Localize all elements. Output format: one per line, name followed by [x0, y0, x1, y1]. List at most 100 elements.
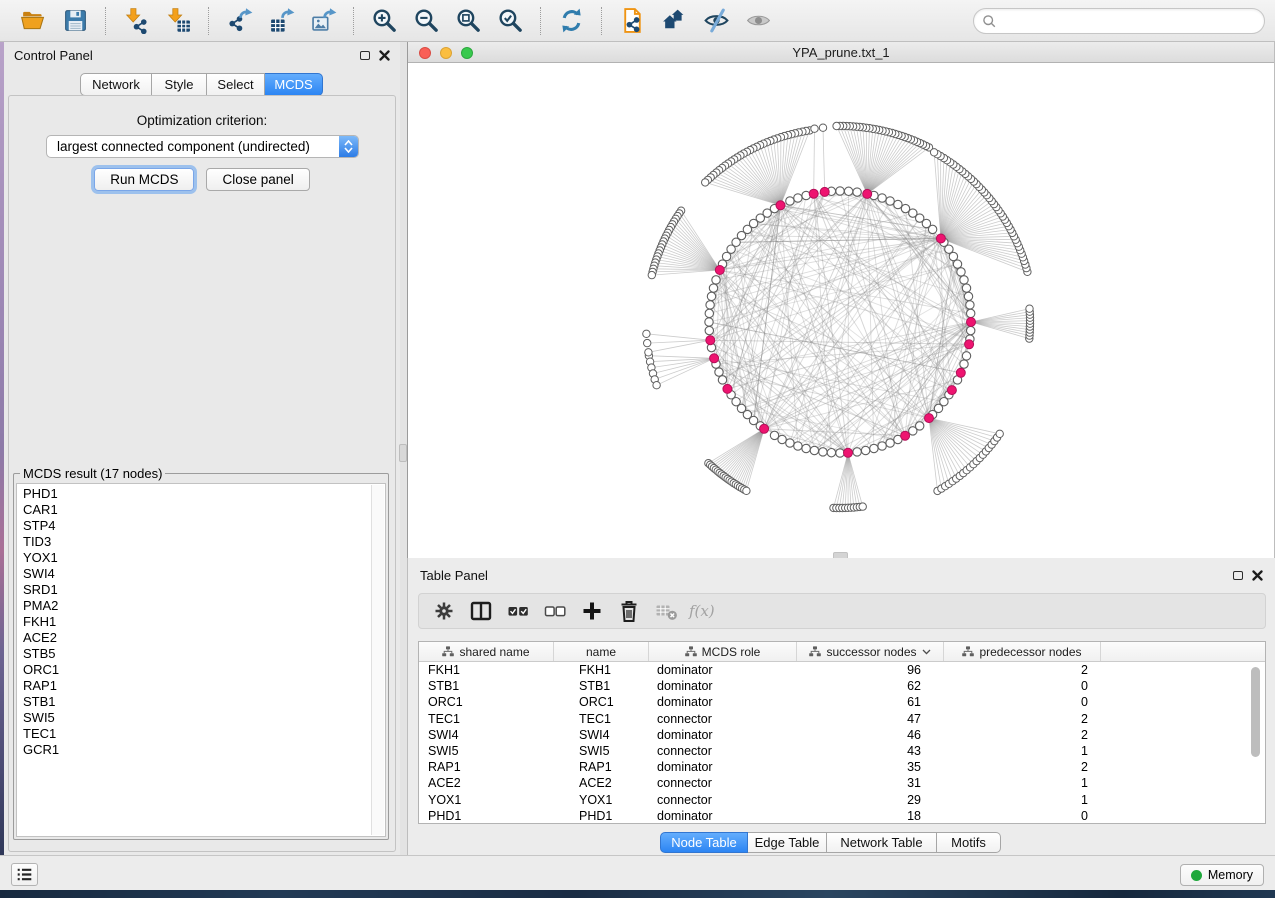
zoom-out-button[interactable]	[409, 4, 443, 38]
mcds-result-item[interactable]: SWI4	[17, 566, 370, 582]
optimization-criterion-select[interactable]: largest connected component (undirected)	[46, 135, 359, 158]
table-cell[interactable]: 0	[944, 679, 1101, 693]
table-cell[interactable]: PHD1	[419, 809, 554, 823]
mcds-result-item[interactable]: STB1	[17, 694, 370, 710]
table-row[interactable]: ACE2ACE2connector311	[419, 775, 1265, 791]
table-row[interactable]: TEC1TEC1connector472	[419, 711, 1265, 727]
run-mcds-button[interactable]: Run MCDS	[94, 168, 194, 191]
table-cell[interactable]: TEC1	[554, 712, 649, 726]
first-neighbors-button[interactable]	[657, 4, 691, 38]
apply-layout-button[interactable]	[554, 4, 588, 38]
table-cell[interactable]: connector	[649, 744, 797, 758]
tab-mcds[interactable]: MCDS	[265, 73, 323, 96]
tab-network-table[interactable]: Network Table	[827, 832, 937, 853]
table-cell[interactable]: 1	[944, 776, 1101, 790]
table-cell[interactable]: YOX1	[419, 793, 554, 807]
mcds-result-item[interactable]: ACE2	[17, 630, 370, 646]
tab-network[interactable]: Network	[80, 73, 152, 96]
mcds-list-scrollbar[interactable]	[371, 485, 384, 835]
table-cell[interactable]: 35	[797, 760, 944, 774]
table-cell[interactable]: 2	[944, 712, 1101, 726]
table-cell[interactable]: dominator	[649, 695, 797, 709]
column-header-successor-nodes[interactable]: successor nodes	[797, 642, 944, 661]
column-header-shared-name[interactable]: shared name	[419, 642, 554, 661]
network-graph[interactable]	[408, 63, 1274, 558]
mcds-result-item[interactable]: PHD1	[17, 486, 370, 502]
table-cell[interactable]: 1	[944, 793, 1101, 807]
mcds-result-item[interactable]: STP4	[17, 518, 370, 534]
table-cell[interactable]: 0	[944, 809, 1101, 823]
zoom-fit-button[interactable]	[451, 4, 485, 38]
table-row[interactable]: PHD1PHD1dominator180	[419, 808, 1265, 824]
table-row[interactable]: YOX1YOX1connector291	[419, 792, 1265, 808]
table-cell[interactable]: 0	[944, 695, 1101, 709]
mcds-result-item[interactable]: FKH1	[17, 614, 370, 630]
vertical-split-divider[interactable]	[400, 42, 407, 855]
table-row[interactable]: ORC1ORC1dominator610	[419, 694, 1265, 710]
tab-style[interactable]: Style	[152, 73, 207, 96]
column-header-predecessor-nodes[interactable]: predecessor nodes	[944, 642, 1101, 661]
table-cell[interactable]: RAP1	[419, 760, 554, 774]
table-cell[interactable]: 31	[797, 776, 944, 790]
table-cell[interactable]: STB1	[419, 679, 554, 693]
table-cell[interactable]: RAP1	[554, 760, 649, 774]
delete-column-button[interactable]	[614, 597, 644, 625]
table-cell[interactable]: ACE2	[419, 776, 554, 790]
mcds-result-item[interactable]: GCR1	[17, 742, 370, 758]
task-history-button[interactable]	[11, 863, 38, 886]
table-cell[interactable]: SWI5	[554, 744, 649, 758]
float-panel-icon[interactable]	[360, 51, 370, 60]
table-settings-button[interactable]	[429, 597, 459, 625]
zoom-in-button[interactable]	[367, 4, 401, 38]
table-cell[interactable]: 1	[944, 744, 1101, 758]
mcds-result-item[interactable]: YOX1	[17, 550, 370, 566]
zoom-selected-button[interactable]	[493, 4, 527, 38]
open-file-button[interactable]	[16, 4, 50, 38]
table-cell[interactable]: 47	[797, 712, 944, 726]
tab-edge-table[interactable]: Edge Table	[748, 832, 827, 853]
select-all-button[interactable]	[503, 597, 533, 625]
table-cell[interactable]: connector	[649, 793, 797, 807]
split-panel-button[interactable]	[466, 597, 496, 625]
mcds-result-item[interactable]: ORC1	[17, 662, 370, 678]
export-network-button[interactable]	[222, 4, 256, 38]
tab-node-table[interactable]: Node Table	[660, 832, 748, 853]
table-cell[interactable]: dominator	[649, 663, 797, 677]
table-cell[interactable]: SWI4	[419, 728, 554, 742]
table-scrollbar-thumb[interactable]	[1251, 667, 1260, 757]
table-cell[interactable]: 29	[797, 793, 944, 807]
window-maximize-button[interactable]	[461, 47, 473, 59]
table-cell[interactable]: connector	[649, 712, 797, 726]
table-cell[interactable]: 2	[944, 728, 1101, 742]
mcds-result-item[interactable]: TEC1	[17, 726, 370, 742]
export-image-button[interactable]	[306, 4, 340, 38]
import-network-button[interactable]	[119, 4, 153, 38]
window-minimize-button[interactable]	[440, 47, 452, 59]
table-cell[interactable]: 46	[797, 728, 944, 742]
table-cell[interactable]: YOX1	[554, 793, 649, 807]
table-row[interactable]: RAP1RAP1dominator352	[419, 759, 1265, 775]
mcds-result-item[interactable]: SWI5	[17, 710, 370, 726]
network-canvas[interactable]	[408, 63, 1274, 558]
mcds-result-item[interactable]: PMA2	[17, 598, 370, 614]
table-cell[interactable]: 43	[797, 744, 944, 758]
column-header-MCDS-role[interactable]: MCDS role	[649, 642, 797, 661]
save-session-button[interactable]	[58, 4, 92, 38]
tab-motifs[interactable]: Motifs	[937, 832, 1001, 853]
divider-grip[interactable]	[399, 444, 407, 462]
export-table-button[interactable]	[264, 4, 298, 38]
table-cell[interactable]: 2	[944, 760, 1101, 774]
import-table-button[interactable]	[161, 4, 195, 38]
table-row[interactable]: STB1STB1dominator620	[419, 678, 1265, 694]
deselect-all-button[interactable]	[540, 597, 570, 625]
tab-select[interactable]: Select	[207, 73, 265, 96]
window-close-button[interactable]	[419, 47, 431, 59]
close-table-panel-icon[interactable]	[1252, 570, 1263, 581]
table-cell[interactable]: ORC1	[554, 695, 649, 709]
float-table-panel-icon[interactable]	[1233, 571, 1243, 580]
table-cell[interactable]: TEC1	[419, 712, 554, 726]
mcds-result-item[interactable]: RAP1	[17, 678, 370, 694]
table-cell[interactable]: dominator	[649, 760, 797, 774]
table-cell[interactable]: dominator	[649, 679, 797, 693]
table-cell[interactable]: FKH1	[554, 663, 649, 677]
